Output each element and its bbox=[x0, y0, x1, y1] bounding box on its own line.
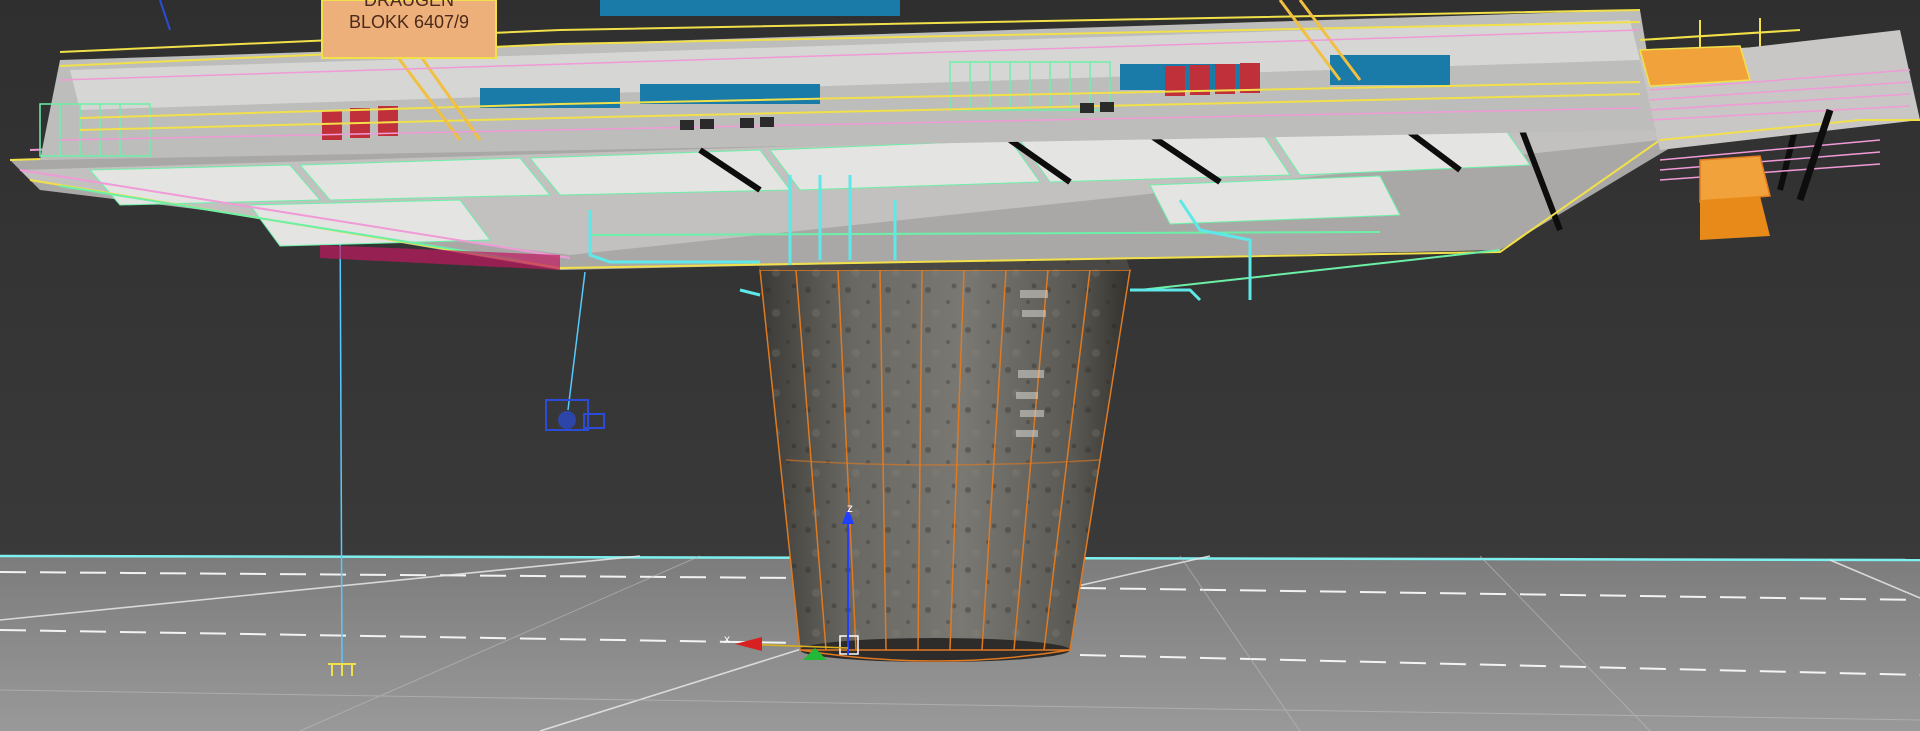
viewport-canvas[interactable]: z x DRAUGEN BLOKK 6407/9 bbox=[0, 0, 1920, 731]
platform-sign[interactable]: DRAUGEN BLOKK 6407/9 bbox=[321, 0, 497, 59]
z-axis-label: z bbox=[847, 501, 853, 515]
sign-line-1: DRAUGEN bbox=[364, 0, 454, 10]
perspective-viewport[interactable]: z x DRAUGEN BLOKK 6407/9 bbox=[0, 0, 1920, 731]
sign-line-2: BLOKK 6407/9 bbox=[349, 12, 469, 32]
concrete-pillar[interactable] bbox=[740, 205, 1131, 662]
light-target-icon[interactable] bbox=[328, 663, 356, 676]
x-axis-label: x bbox=[724, 632, 730, 646]
